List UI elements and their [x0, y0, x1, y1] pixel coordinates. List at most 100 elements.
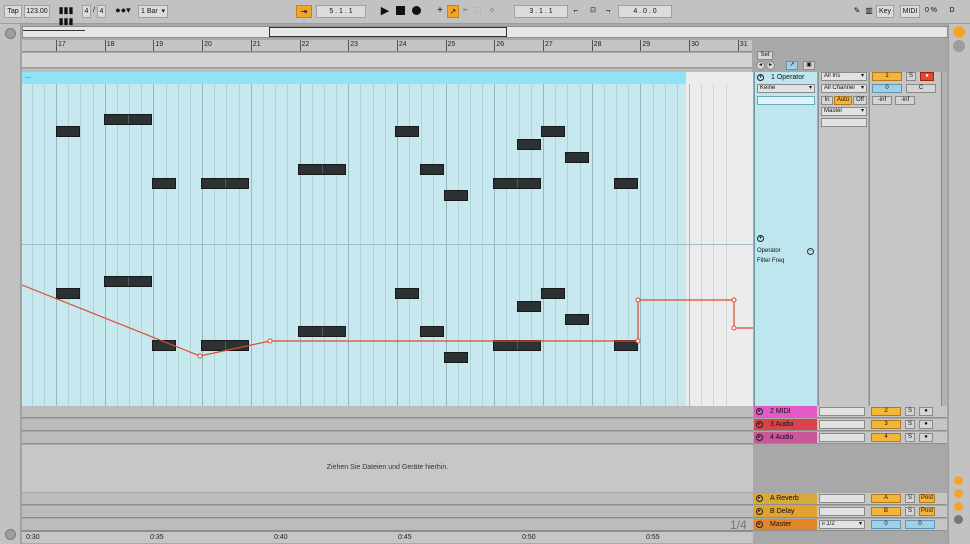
fold-icon[interactable]: ▾	[757, 74, 764, 81]
preset-select[interactable]: Keine ▾	[757, 84, 815, 93]
arm-button[interactable]: ●	[919, 420, 933, 429]
automation-arm-button[interactable]: ↗	[447, 5, 459, 18]
solo-button[interactable]: S	[905, 507, 915, 516]
track-header-operator[interactable]: 1 Operator ▾ Keine ▾ ▾ Operator − Filter …	[754, 72, 817, 406]
browser-toggle-icon[interactable]	[5, 28, 16, 39]
tap-button[interactable]: Tap	[4, 5, 22, 18]
time-ruler[interactable]: 0:30 0:35 0:40 0:45 0:50 0:55	[22, 531, 753, 543]
automation-breakpoint[interactable]	[197, 353, 203, 359]
loop-start-field[interactable]: 3 . 1 . 1	[514, 5, 568, 18]
automation-breakpoint[interactable]	[731, 325, 737, 331]
track-name[interactable]: A Reverb	[754, 493, 799, 504]
track-clip-field[interactable]	[757, 96, 815, 105]
solo-button[interactable]: S	[905, 407, 915, 416]
solo-button[interactable]: S	[905, 433, 915, 442]
input-channel-select[interactable]: All Channel ▾	[821, 84, 867, 93]
automation-breakpoint[interactable]	[635, 297, 641, 303]
drop-zone[interactable]: Ziehen Sie Dateien und Geräte hierhin.	[22, 445, 753, 492]
io-field[interactable]	[819, 507, 865, 516]
automation-fold-icon[interactable]: ▾	[757, 235, 764, 242]
automation-breakpoint[interactable]	[267, 338, 273, 344]
arrangement-position[interactable]: 5 . 1 . 1	[316, 5, 366, 18]
cue-quant-select[interactable]: ii 1/2 ▾	[819, 520, 865, 529]
pan-field[interactable]: C	[906, 84, 936, 93]
track-name[interactable]: 1 Operator	[755, 72, 817, 83]
returns-toggle-icon[interactable]	[954, 502, 963, 511]
track-header-audio-3[interactable]: ▸ 3 Audio 3 S ●	[754, 419, 947, 431]
remove-automation-icon[interactable]: −	[807, 248, 814, 255]
track-name[interactable]: 4 Audio	[754, 432, 793, 443]
solo-button[interactable]: S	[905, 420, 915, 429]
nudge-icon[interactable]: ▮▮▮ ▮▮▮	[53, 5, 79, 26]
overdub-icon[interactable]: +	[435, 5, 445, 18]
io-field[interactable]	[819, 494, 865, 503]
arrangement-return-b[interactable]	[22, 506, 753, 518]
loop-brace-strip[interactable]	[22, 53, 752, 68]
draw-mode-icon[interactable]: ✎	[852, 5, 862, 18]
solo-button[interactable]: S	[905, 494, 915, 503]
play-button[interactable]: ▶	[379, 5, 391, 18]
arrangement-track-audio-3[interactable]	[22, 419, 753, 431]
track-name[interactable]: Master	[754, 519, 791, 530]
track-activator-button[interactable]: 4	[871, 433, 901, 442]
menu-icon[interactable]	[953, 26, 965, 38]
solo-button[interactable]: S	[906, 72, 916, 81]
automation-breakpoint[interactable]	[731, 297, 737, 303]
return-header-reverb[interactable]: ▸ A Reverb A S Post	[754, 493, 947, 505]
loop-length-field[interactable]: 4 . 0 . 0	[618, 5, 672, 18]
sends-toggle-icon[interactable]	[954, 489, 963, 498]
follow-button[interactable]: ⇥	[296, 5, 312, 18]
grid-quantization[interactable]: 1/4	[730, 518, 747, 532]
track-activator-button[interactable]: A	[871, 494, 901, 503]
input-type-select[interactable]: All Ins ▾	[821, 72, 867, 81]
track-activator-button[interactable]: 2	[871, 407, 901, 416]
master-pan-field[interactable]: 0	[905, 520, 935, 529]
tempo-field[interactable]: 123.00	[24, 5, 50, 18]
arm-button[interactable]: ●	[920, 72, 934, 81]
lock-icon[interactable]: ▣	[803, 61, 815, 70]
arm-automation-icon[interactable]: ↗	[786, 61, 798, 70]
io-field[interactable]	[819, 420, 865, 429]
track-name[interactable]: B Delay	[754, 506, 795, 517]
mixer-section-icon[interactable]	[954, 515, 963, 524]
set-button[interactable]: Set	[757, 51, 773, 60]
session-record-icon[interactable]: ○	[486, 5, 498, 18]
arm-button[interactable]: ●	[919, 407, 933, 416]
arrangement-track-audio-4[interactable]	[22, 432, 753, 444]
stop-button[interactable]	[394, 5, 406, 18]
back-to-arrangement-icon[interactable]: ⇤	[461, 5, 471, 18]
track-header-audio-4[interactable]: ▸ 4 Audio 4 S ●	[754, 432, 947, 444]
arrangement-overview[interactable]	[22, 26, 948, 38]
arm-button[interactable]: ●	[919, 433, 933, 442]
track-name[interactable]: 3 Audio	[754, 419, 793, 430]
monitor-off-button[interactable]: Off	[853, 96, 867, 105]
track-header-midi[interactable]: ▸ 2 MIDI 2 S ●	[754, 406, 947, 418]
volume-field[interactable]: 0	[872, 84, 902, 93]
post-button[interactable]: Post	[919, 507, 935, 516]
output-channel-field[interactable]	[821, 118, 867, 127]
output-select[interactable]: Master ▾	[821, 107, 867, 116]
automation-line[interactable]	[22, 284, 753, 357]
signature-numerator[interactable]: 4	[82, 5, 91, 18]
return-header-delay[interactable]: ▸ B Delay B S Post	[754, 506, 947, 518]
key-map-button[interactable]: Key	[876, 5, 894, 18]
info-toggle-icon[interactable]	[5, 529, 16, 540]
beat-time-ruler[interactable]: 17 18 19 20 21 22 23 24 25 26 27 28 29 30 31	[22, 40, 752, 52]
automation-envelope[interactable]	[22, 72, 753, 406]
post-button[interactable]: Post	[919, 494, 935, 503]
arrangement-return-a[interactable]	[22, 493, 753, 505]
master-volume-field[interactable]: 0	[871, 520, 901, 529]
arrangement-track-operator[interactable]: ...	[22, 72, 753, 406]
automation-param-label[interactable]: Filter Freq	[757, 258, 784, 264]
back-icon[interactable]: ◂	[756, 61, 765, 70]
mixer-toggle-icon[interactable]	[953, 40, 965, 52]
midi-map-button[interactable]: MIDI	[900, 5, 920, 18]
monitor-in-button[interactable]: In	[821, 96, 833, 105]
track-activator-button[interactable]: 1	[872, 72, 902, 81]
keyboard-icon[interactable]: ▥	[864, 5, 874, 18]
loop-switch-icon[interactable]: ⊡	[586, 5, 600, 18]
punch-out-icon[interactable]: ¬	[602, 5, 614, 18]
automation-device-label[interactable]: Operator	[757, 248, 781, 254]
io-field[interactable]	[819, 433, 865, 442]
arrangement-track-midi[interactable]	[22, 406, 753, 418]
